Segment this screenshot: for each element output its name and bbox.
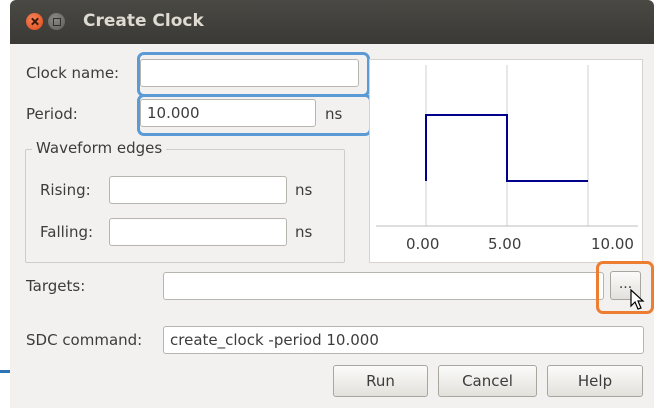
targets-label: Targets: bbox=[26, 277, 86, 295]
waveform-plot: 0.00 5.00 10.00 bbox=[376, 65, 638, 253]
period-highlight bbox=[137, 94, 372, 136]
waveform-edges-legend: Waveform edges bbox=[32, 139, 167, 157]
clock-waveform-line bbox=[425, 114, 588, 182]
title-bar: Create Clock bbox=[10, 0, 654, 44]
period-label: Period: bbox=[26, 105, 78, 123]
clock-name-highlight bbox=[137, 52, 370, 97]
run-button[interactable]: Run bbox=[333, 365, 428, 397]
close-icon[interactable] bbox=[26, 13, 43, 30]
help-button[interactable]: Help bbox=[547, 365, 643, 397]
waveform-preview: 0.00 5.00 10.00 bbox=[369, 59, 643, 263]
cancel-button[interactable]: Cancel bbox=[438, 365, 537, 397]
waveform-tick-label: 0.00 bbox=[406, 235, 439, 253]
sdc-command-label: SDC command: bbox=[26, 331, 143, 349]
rising-unit: ns bbox=[295, 181, 313, 199]
create-clock-dialog: Clock name: Period: ns Waveform edges Ri… bbox=[10, 44, 654, 408]
falling-input[interactable] bbox=[109, 218, 287, 246]
targets-input[interactable] bbox=[163, 272, 604, 300]
falling-unit: ns bbox=[295, 223, 313, 241]
rising-label: Rising: bbox=[40, 181, 91, 199]
waveform-tick-label: 5.00 bbox=[488, 235, 521, 253]
window-title: Create Clock bbox=[83, 11, 204, 31]
sdc-command-input[interactable] bbox=[163, 326, 644, 354]
falling-label: Falling: bbox=[40, 223, 94, 241]
mouse-cursor-icon bbox=[630, 289, 645, 310]
minimize-icon[interactable] bbox=[48, 13, 65, 30]
waveform-tick-label: 10.00 bbox=[591, 235, 634, 253]
clock-name-label: Clock name: bbox=[26, 64, 120, 82]
rising-input[interactable] bbox=[109, 176, 287, 204]
